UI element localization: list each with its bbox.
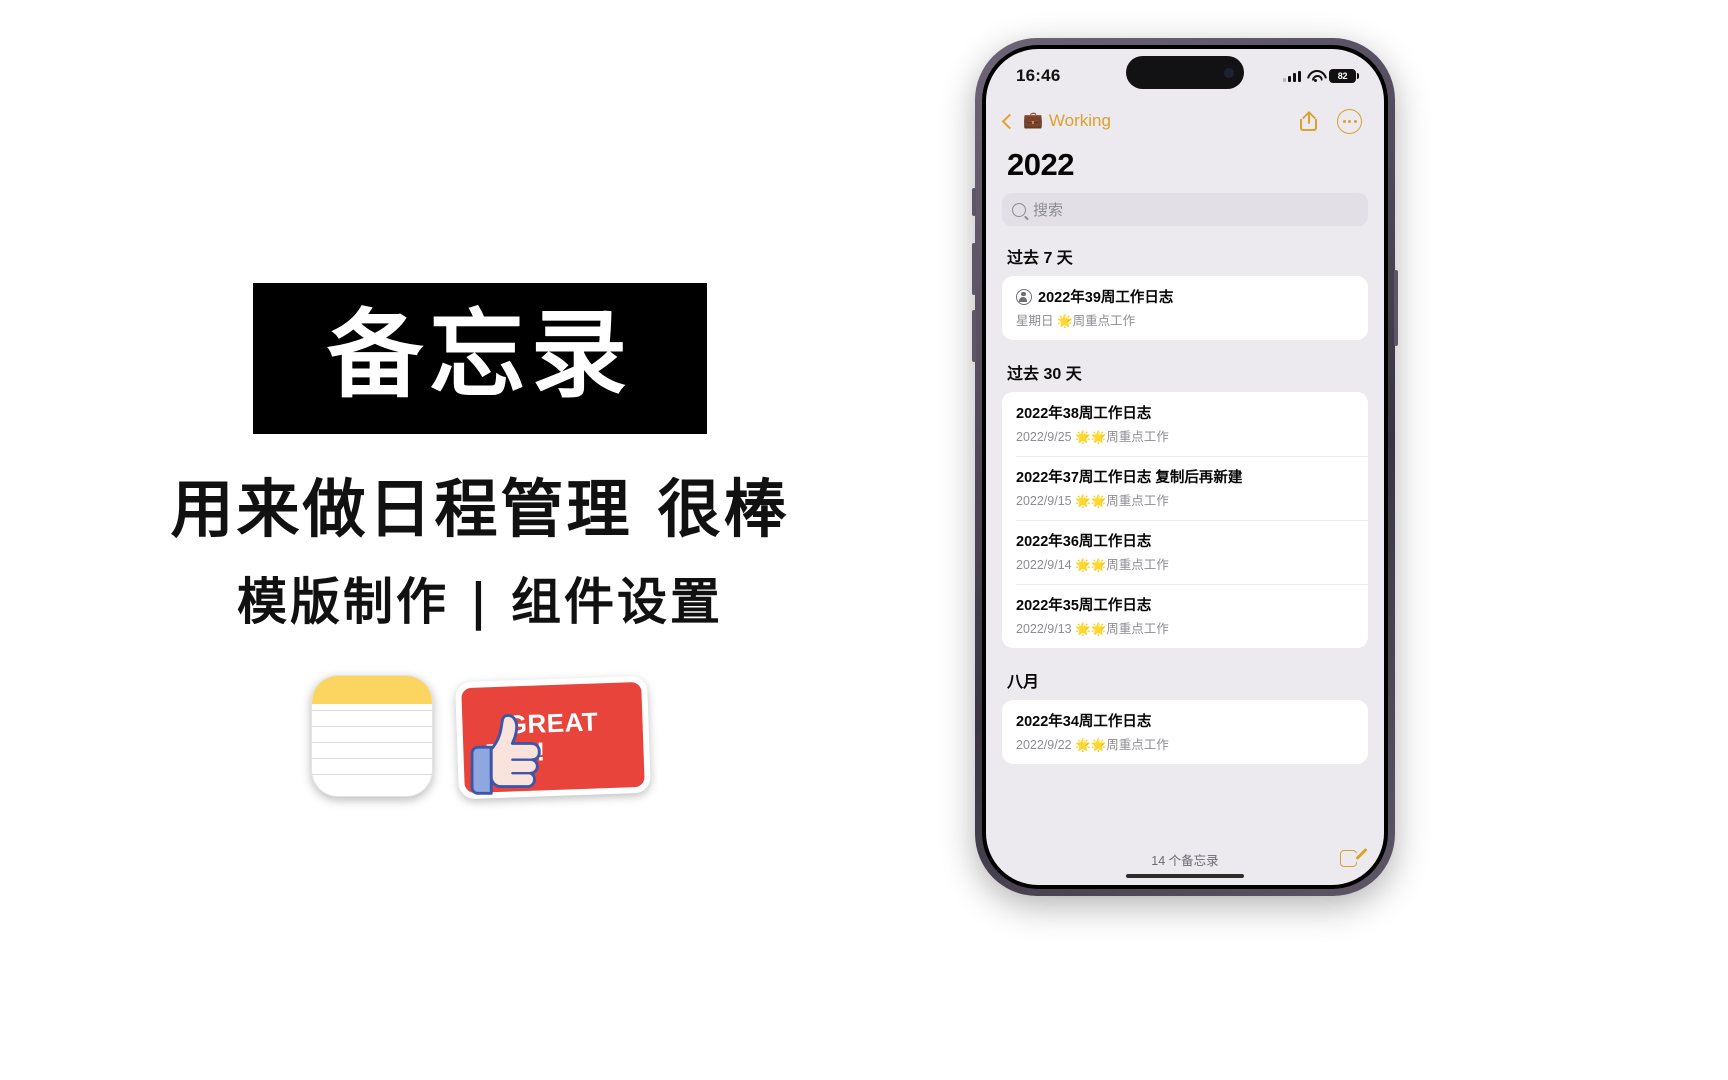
promo-badges: GREAT JOB! — [311, 675, 651, 800]
note-title: 2022年37周工作日志 复制后再新建 — [1016, 470, 1243, 486]
note-title: 2022年35周工作日志 — [1016, 598, 1152, 614]
note-title: 2022年39周工作日志 — [1038, 290, 1174, 306]
note-title: 2022年38周工作日志 — [1016, 406, 1152, 422]
volume-down-button[interactable] — [972, 310, 976, 362]
list-item[interactable]: 2022年37周工作日志 复制后再新建 2022/9/15 🌟🌟周重点工作 — [1002, 456, 1368, 520]
status-bar: 16:46 82 — [986, 49, 1384, 99]
note-subtitle: 2022/9/13 🌟🌟周重点工作 — [1016, 618, 1354, 637]
note-date: 2022/9/15 — [1016, 494, 1072, 508]
briefcase-icon: 💼 — [1023, 112, 1043, 129]
note-stars: 🌟🌟 — [1075, 494, 1107, 508]
note-stars: 🌟🌟 — [1075, 738, 1107, 752]
search-placeholder: 搜索 — [1033, 202, 1064, 219]
silent-switch[interactable] — [972, 188, 976, 216]
note-title-row: 2022年38周工作日志 — [1016, 402, 1354, 423]
nav-actions — [1300, 108, 1362, 134]
page-title: 2022 — [1007, 147, 1074, 182]
compose-note-icon[interactable] — [1340, 847, 1368, 870]
phone-screen: 16:46 82 💼 Working 2022 搜索 过去 7 天 2022年3… — [986, 49, 1384, 885]
note-title-row: 2022年36周工作日志 — [1016, 530, 1354, 551]
nav-back-label: Working — [1048, 111, 1111, 130]
note-date: 2022/9/25 — [1016, 430, 1072, 444]
notes-card: 2022年38周工作日志 2022/9/25 🌟🌟周重点工作 2022年37周工… — [1002, 392, 1368, 648]
note-snippet: 周重点工作 — [1106, 738, 1169, 752]
note-subtitle: 2022/9/25 🌟🌟周重点工作 — [1016, 426, 1354, 445]
notes-card: 2022年34周工作日志 2022/9/22 🌟🌟周重点工作 — [1002, 700, 1368, 764]
note-snippet: 周重点工作 — [1106, 430, 1169, 444]
note-subtitle: 2022/9/15 🌟🌟周重点工作 — [1016, 490, 1354, 509]
note-subtitle: 2022/9/22 🌟🌟周重点工作 — [1016, 734, 1354, 753]
section-header: 过去 7 天 — [1007, 250, 1073, 267]
list-item[interactable]: 2022年36周工作日志 2022/9/14 🌟🌟周重点工作 — [1002, 520, 1368, 584]
list-item[interactable]: 2022年34周工作日志 2022/9/22 🌟🌟周重点工作 — [1002, 700, 1368, 764]
section-header: 八月 — [1007, 674, 1040, 691]
battery-icon: 82 — [1329, 69, 1359, 83]
note-title-row: 2022年39周工作日志 — [1016, 286, 1354, 307]
status-time: 16:46 — [1016, 66, 1061, 85]
dynamic-island — [1126, 56, 1244, 89]
note-subtitle: 2022/9/14 🌟🌟周重点工作 — [1016, 554, 1354, 573]
list-item[interactable]: 2022年39周工作日志 星期日 🌟周重点工作 — [1002, 276, 1368, 340]
search-icon — [1012, 202, 1026, 217]
search-input[interactable]: 搜索 — [1002, 193, 1368, 226]
note-title-row: 2022年34周工作日志 — [1016, 710, 1354, 731]
promo-subtitle-2: 模版制作 | 组件设置 — [236, 571, 723, 631]
shared-person-icon — [1016, 288, 1032, 305]
bottom-toolbar: 14 个备忘录 — [986, 833, 1384, 885]
note-stars: 🌟 — [1057, 314, 1073, 328]
note-stars: 🌟🌟 — [1075, 622, 1107, 636]
list-fade-overlay — [986, 807, 1384, 833]
signal-bars-icon — [1283, 70, 1301, 82]
note-stars: 🌟🌟 — [1075, 430, 1107, 444]
section-header: 过去 30 天 — [1007, 366, 1082, 383]
note-snippet: 周重点工作 — [1072, 314, 1136, 328]
promo-subtitle-1: 用来做日程管理 很棒 — [170, 472, 790, 547]
note-title-row: 2022年37周工作日志 复制后再新建 — [1016, 466, 1354, 487]
phone-frame: 16:46 82 💼 Working 2022 搜索 过去 7 天 2022年3… — [972, 38, 1398, 896]
note-snippet: 周重点工作 — [1106, 622, 1169, 636]
power-button[interactable] — [1394, 270, 1398, 346]
wifi-icon — [1307, 70, 1323, 82]
notes-icon-lines — [312, 710, 432, 796]
note-date: 星期日 — [1016, 314, 1054, 328]
front-camera-icon — [1221, 64, 1237, 81]
note-title: 2022年34周工作日志 — [1016, 714, 1152, 730]
phone-mockup: 16:46 82 💼 Working 2022 搜索 过去 7 天 2022年3… — [960, 0, 1728, 1080]
status-indicators: 82 — [1283, 65, 1359, 83]
note-title: 2022年36周工作日志 — [1016, 534, 1152, 550]
thumbs-up-icon — [470, 714, 541, 796]
great-job-sticker: GREAT JOB! — [449, 676, 651, 800]
chevron-left-icon — [1001, 113, 1018, 129]
list-item[interactable]: 2022年38周工作日志 2022/9/25 🌟🌟周重点工作 — [1002, 392, 1368, 456]
note-date: 2022/9/14 — [1016, 558, 1072, 572]
phone-bezel: 16:46 82 💼 Working 2022 搜索 过去 7 天 2022年3… — [982, 45, 1388, 889]
note-date: 2022/9/22 — [1016, 738, 1072, 752]
volume-up-button[interactable] — [972, 243, 976, 295]
home-indicator[interactable] — [1126, 874, 1244, 878]
back-to-folder-button[interactable]: 💼 Working — [1001, 111, 1111, 131]
promo-panel: 备忘录 用来做日程管理 很棒 模版制作 | 组件设置 GREAT JOB! — [0, 0, 960, 1080]
notes-count-label: 14 个备忘录 — [1151, 853, 1219, 868]
notes-list[interactable]: 2022 搜索 过去 7 天 2022年39周工作日志 星期日 🌟周重点工作 过… — [986, 143, 1384, 833]
notes-app-icon — [311, 675, 433, 798]
note-subtitle: 星期日 🌟周重点工作 — [1016, 310, 1354, 329]
share-icon[interactable] — [1300, 110, 1317, 131]
more-options-icon[interactable] — [1337, 108, 1362, 134]
battery-level: 82 — [1337, 71, 1348, 81]
note-title-row: 2022年35周工作日志 — [1016, 594, 1354, 615]
notes-icon-header-band — [312, 676, 432, 705]
list-item[interactable]: 2022年35周工作日志 2022/9/13 🌟🌟周重点工作 — [1002, 584, 1368, 648]
note-date: 2022/9/13 — [1016, 622, 1072, 636]
promo-title-block: 备忘录 — [253, 282, 707, 435]
promo-title: 备忘录 — [327, 297, 633, 411]
note-snippet: 周重点工作 — [1106, 558, 1169, 572]
notes-card: 2022年39周工作日志 星期日 🌟周重点工作 — [1002, 276, 1368, 340]
nav-bar: 💼 Working — [986, 99, 1384, 143]
note-snippet: 周重点工作 — [1106, 494, 1169, 508]
note-stars: 🌟🌟 — [1075, 558, 1107, 572]
